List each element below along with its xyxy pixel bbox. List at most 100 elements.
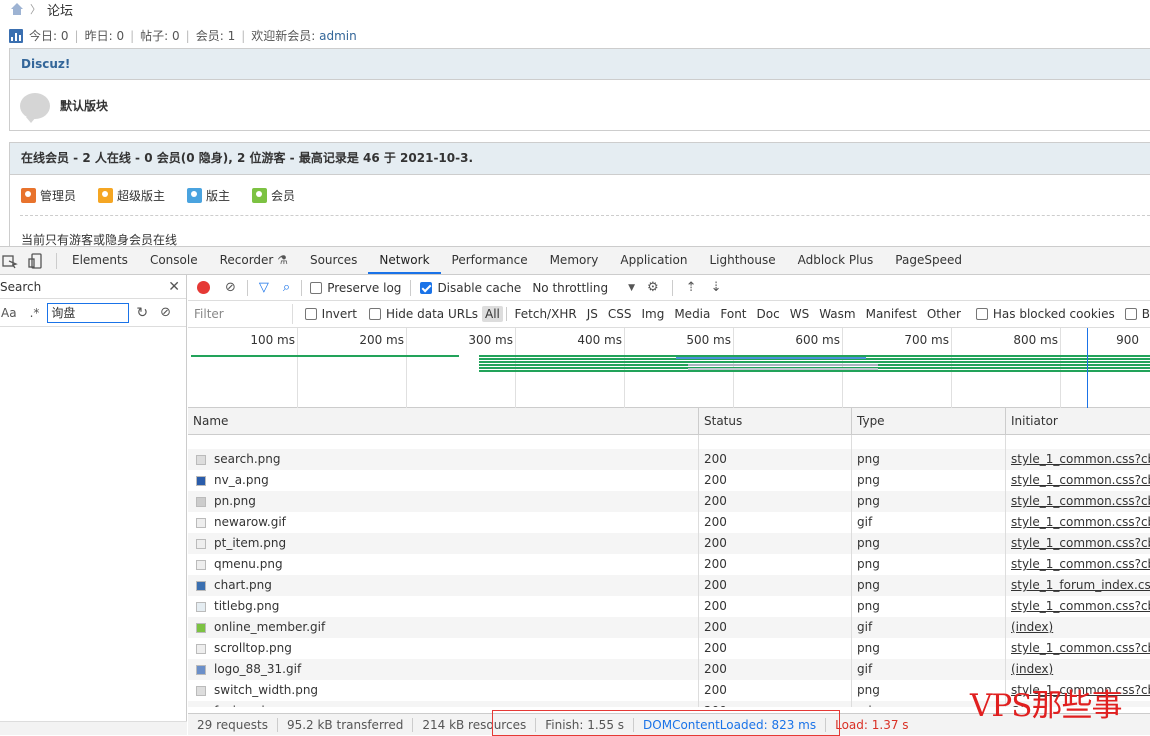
close-icon[interactable]: ✕ bbox=[168, 279, 180, 295]
device-toolbar-icon[interactable] bbox=[28, 252, 46, 269]
filter-type-js[interactable]: JS bbox=[582, 307, 603, 321]
network-overview[interactable]: 100 ms 200 ms 300 ms 400 ms 500 ms 600 m… bbox=[188, 328, 1150, 408]
request-name-cell[interactable]: logo_88_31.gif bbox=[188, 659, 698, 680]
request-initiator-link[interactable]: style_1_common.css?cb8 bbox=[1005, 512, 1150, 533]
request-name-cell[interactable]: pn.png bbox=[188, 491, 698, 512]
filter-type-img[interactable]: Img bbox=[636, 307, 669, 321]
tab-application[interactable]: Application bbox=[609, 247, 698, 274]
tab-recorder[interactable]: Recorder ⚗ bbox=[209, 247, 299, 274]
tab-performance[interactable]: Performance bbox=[441, 247, 539, 274]
request-name-cell[interactable]: switch_width.png bbox=[188, 680, 698, 701]
export-har-icon[interactable]: ⇣ bbox=[711, 280, 722, 295]
column-name[interactable]: Name bbox=[188, 408, 698, 434]
filter-type-font[interactable]: Font bbox=[715, 307, 751, 321]
tab-lighthouse[interactable]: Lighthouse bbox=[698, 247, 786, 274]
tab-sources[interactable]: Sources bbox=[299, 247, 368, 274]
import-har-icon[interactable]: ⇡ bbox=[686, 280, 697, 295]
request-name-cell[interactable]: nv_a.png bbox=[188, 470, 698, 491]
table-row[interactable]: chart.png 200pngstyle_1_forum_index.css?c… bbox=[188, 575, 1150, 596]
request-initiator-link[interactable]: (index) bbox=[1005, 617, 1150, 638]
watermark: VPS那些事 bbox=[970, 688, 1122, 724]
request-name-cell[interactable]: qmenu.png bbox=[188, 554, 698, 575]
request-initiator-link[interactable]: (index) bbox=[1005, 659, 1150, 680]
request-name-cell[interactable]: chart.png bbox=[188, 575, 698, 596]
table-row[interactable]: newarow.gif 200 gif style_1_common.css?cb8 bbox=[188, 512, 1150, 533]
record-button[interactable] bbox=[197, 281, 210, 294]
table-row[interactable]: qmenu.png 200 png style_1_common.css?cb8 bbox=[188, 554, 1150, 575]
request-initiator-link[interactable]: style_1_common.css?cb8 bbox=[1005, 533, 1150, 554]
table-row[interactable]: online_member.gif 200 gif (index) bbox=[188, 617, 1150, 638]
request-name-cell[interactable]: newarow.gif bbox=[188, 512, 698, 533]
filter-type-ws[interactable]: WS bbox=[785, 307, 814, 321]
match-case-toggle[interactable]: Aa bbox=[1, 306, 17, 320]
request-name-cell[interactable]: favicon.ico bbox=[188, 701, 698, 707]
table-row[interactable]: nv_a.png 200 png style_1_common.css?cb8 bbox=[188, 470, 1150, 491]
filter-type-css[interactable]: CSS bbox=[603, 307, 637, 321]
request-name-cell[interactable]: scrolltop.png bbox=[188, 638, 698, 659]
request-initiator-link[interactable]: style_1_common.css?cb8 bbox=[1005, 596, 1150, 617]
request-name: favicon.ico bbox=[214, 701, 279, 707]
disable-cache-checkbox[interactable] bbox=[420, 281, 433, 294]
column-status[interactable]: Status bbox=[698, 408, 851, 434]
network-conditions-icon[interactable]: ⚙ bbox=[647, 280, 659, 295]
table-row[interactable]: scrolltop.png 200 png style_1_common.css?cb… bbox=[188, 638, 1150, 659]
board-name[interactable]: 默认版块 bbox=[60, 97, 108, 114]
request-initiator-link[interactable]: style_1_common.css?cb8 bbox=[1005, 470, 1150, 491]
filter-input[interactable]: Filter bbox=[190, 304, 293, 324]
request-status: 200 bbox=[698, 554, 851, 575]
request-name: chart.png bbox=[214, 578, 272, 592]
filter-type-manifest[interactable]: Manifest bbox=[861, 307, 922, 321]
table-row[interactable]: search.png 200 png style_1_common.css?cb8 bbox=[188, 449, 1150, 470]
filter-type-all[interactable]: All bbox=[482, 306, 503, 322]
table-row[interactable]: titlebg.png 200 png style_1_common.css?cb8 bbox=[188, 596, 1150, 617]
online-title[interactable]: 在线会员 - 2 人在线 - 0 会员(0 隐身), 2 位游客 - 最高记录是… bbox=[10, 143, 1150, 175]
request-initiator-link[interactable]: style_1_common.css?cb8 bbox=[1005, 491, 1150, 512]
inspect-element-icon[interactable] bbox=[2, 253, 20, 269]
request-name-cell[interactable]: online_member.gif bbox=[188, 617, 698, 638]
tab-console[interactable]: Console bbox=[139, 247, 209, 274]
filter-type-media[interactable]: Media bbox=[669, 307, 715, 321]
clear-log-icon[interactable]: ⊘ bbox=[225, 280, 236, 295]
request-name-cell[interactable]: search.png bbox=[188, 449, 698, 470]
new-member-link[interactable]: admin bbox=[319, 29, 357, 43]
tab-adblock-plus[interactable]: Adblock Plus bbox=[787, 247, 885, 274]
column-type[interactable]: Type bbox=[851, 408, 1005, 434]
request-name-cell[interactable]: titlebg.png bbox=[188, 596, 698, 617]
table-row[interactable]: pt_item.png 200 png style_1_common.css?cb8 bbox=[188, 533, 1150, 554]
regex-toggle[interactable]: .* bbox=[30, 306, 40, 320]
clear-icon[interactable]: ⊘ bbox=[160, 305, 171, 320]
request-initiator-link[interactable]: style_1_common.css?cb8 bbox=[1005, 554, 1150, 575]
request-initiator-link[interactable]: style_1_forum_index.css?cb8 bbox=[1005, 575, 1150, 596]
breadcrumb-forum[interactable]: 论坛 bbox=[47, 0, 73, 19]
request-initiator-link[interactable]: style_1_common.css?cb8 bbox=[1005, 638, 1150, 659]
request-initiator-link[interactable]: style_1_common.css?cb8 bbox=[1005, 449, 1150, 470]
invert-checkbox[interactable] bbox=[304, 308, 317, 320]
table-row[interactable]: pn.png 200 png style_1_common.css?cb8 bbox=[188, 491, 1150, 512]
refresh-icon[interactable]: ↻ bbox=[136, 305, 148, 321]
filter-icon[interactable]: ▽ bbox=[259, 280, 269, 295]
search-header: Search ✕ bbox=[0, 275, 186, 299]
column-initiator[interactable]: Initiator bbox=[1005, 408, 1150, 434]
throttling-select[interactable]: No throttling ▼ bbox=[532, 281, 635, 295]
tab-elements[interactable]: Elements bbox=[61, 247, 139, 274]
filter-type-wasm[interactable]: Wasm bbox=[814, 307, 860, 321]
search-input[interactable]: 询盘 bbox=[47, 302, 130, 323]
tab-network[interactable]: Network bbox=[368, 247, 441, 274]
tab-memory[interactable]: Memory bbox=[539, 247, 610, 274]
table-row[interactable] bbox=[188, 435, 1150, 449]
filter-type-other[interactable]: Other bbox=[922, 307, 966, 321]
request-status: 200 bbox=[698, 701, 851, 707]
has-blocked-cookies-checkbox[interactable] bbox=[975, 308, 988, 320]
category-title[interactable]: Discuz! bbox=[10, 49, 1150, 80]
tab-pagespeed[interactable]: PageSpeed bbox=[884, 247, 973, 274]
filter-type-doc[interactable]: Doc bbox=[752, 307, 785, 321]
home-icon[interactable] bbox=[10, 3, 24, 15]
hide-data-urls-checkbox[interactable] bbox=[368, 308, 381, 320]
request-name-cell[interactable]: pt_item.png bbox=[188, 533, 698, 554]
table-row[interactable]: logo_88_31.gif 200 gif (index) bbox=[188, 659, 1150, 680]
blocked-requests-checkbox[interactable] bbox=[1124, 308, 1137, 320]
request-status: 200 bbox=[698, 617, 851, 638]
search-icon[interactable]: ⌕ bbox=[283, 280, 290, 295]
preserve-log-checkbox[interactable] bbox=[310, 281, 323, 294]
filter-type-fetch-xhr[interactable]: Fetch/XHR bbox=[510, 307, 582, 321]
